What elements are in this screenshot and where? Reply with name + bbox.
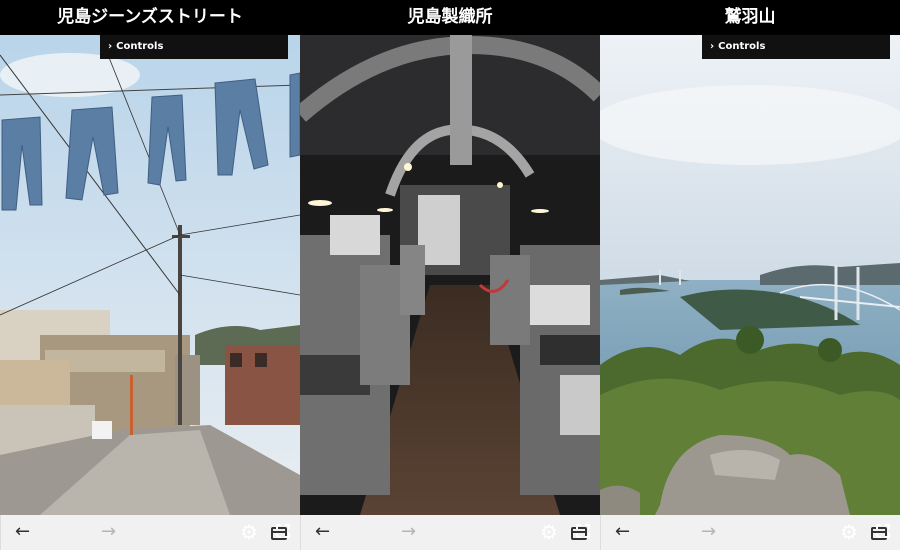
- fullscreen-icon[interactable]: [876, 524, 890, 538]
- controls-label: Controls: [718, 41, 766, 52]
- panel-weaving-factory: 児島製織所 ⚙ ← →: [300, 0, 600, 550]
- controls-toggle[interactable]: › Controls: [100, 35, 288, 59]
- arrow-left-icon[interactable]: ←: [615, 522, 630, 542]
- panel-title: 鷲羽山: [600, 0, 900, 35]
- chevron-right-icon: ›: [710, 41, 715, 52]
- panel-title: 児島ジーンズストリート: [0, 0, 300, 35]
- mountain-panorama-image: [600, 35, 900, 515]
- panel-title: 児島製織所: [300, 0, 600, 35]
- factory-panorama-image: [300, 35, 600, 515]
- gear-icon[interactable]: ⚙: [240, 522, 258, 542]
- chevron-right-icon: ›: [108, 41, 113, 52]
- controls-label: Controls: [116, 41, 164, 52]
- arrow-right-icon[interactable]: →: [101, 522, 116, 542]
- panorama-viewer-jeans-street[interactable]: [0, 35, 300, 515]
- arrow-left-icon[interactable]: ←: [15, 522, 30, 542]
- arrow-right-icon[interactable]: →: [701, 522, 716, 542]
- fullscreen-icon[interactable]: [576, 524, 590, 538]
- panorama-viewer-weaving-factory[interactable]: [300, 35, 600, 515]
- arrow-left-icon[interactable]: ←: [315, 522, 330, 542]
- panel-jeans-street: 児島ジーンズストリート › Controls ⚙ ← →: [0, 0, 300, 550]
- arrow-right-icon[interactable]: →: [401, 522, 416, 542]
- street-panorama-image: [0, 35, 300, 515]
- controls-toggle[interactable]: › Controls: [702, 35, 890, 59]
- app-root: 児島ジーンズストリート › Controls ⚙ ← → 児島製織所 ⚙ ← →…: [0, 0, 900, 550]
- gear-icon[interactable]: ⚙: [540, 522, 558, 542]
- gear-icon[interactable]: ⚙: [840, 522, 858, 542]
- fullscreen-icon[interactable]: [276, 524, 290, 538]
- panel-washuzan: 鷲羽山 › Controls ⚙ ← →: [600, 0, 900, 550]
- panorama-viewer-washuzan[interactable]: [600, 35, 900, 515]
